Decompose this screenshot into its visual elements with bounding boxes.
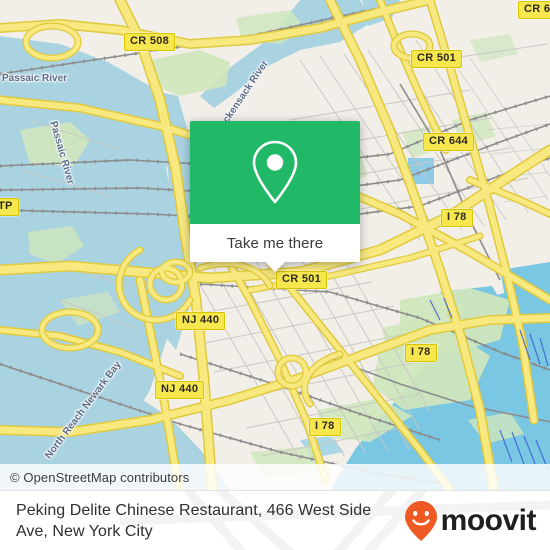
road-shield-cr508[interactable]: CR 508 bbox=[124, 33, 176, 51]
road-shield-i78-upper[interactable]: I 78 bbox=[441, 209, 473, 227]
road-shield-nj440-lower[interactable]: NJ 440 bbox=[155, 381, 205, 399]
popup-footer[interactable]: Take me there bbox=[190, 224, 360, 272]
road-shield-cr501-north[interactable]: CR 501 bbox=[411, 50, 463, 68]
moovit-pin-smiley-icon bbox=[404, 500, 437, 541]
road-shield-i78-lower[interactable]: I 78 bbox=[309, 418, 341, 436]
map-screenshot: Passaic River Passaic River h Hackensack… bbox=[0, 0, 550, 550]
moovit-wordmark: moovit bbox=[440, 503, 537, 537]
attribution-bar: © OpenStreetMap contributors bbox=[0, 464, 550, 490]
road-shield-cr6[interactable]: CR 6 bbox=[518, 1, 550, 19]
location-popup-card[interactable]: Take me there bbox=[190, 121, 360, 272]
map-canvas[interactable]: Passaic River Passaic River h Hackensack… bbox=[0, 0, 550, 490]
osm-attribution-text[interactable]: © OpenStreetMap contributors bbox=[0, 470, 189, 485]
road-shield-cr501-mid[interactable]: CR 501 bbox=[276, 271, 328, 289]
place-title: Peking Delite Chinese Restaurant, 466 We… bbox=[16, 501, 372, 540]
take-me-there-label: Take me there bbox=[226, 234, 324, 252]
water-label: Passaic River bbox=[2, 73, 68, 84]
popup-pointer-tail bbox=[264, 261, 286, 272]
road-shield-tp[interactable]: TP bbox=[0, 198, 19, 216]
map-pin-icon bbox=[252, 140, 298, 203]
footer-bar: Peking Delite Chinese Restaurant, 466 We… bbox=[0, 490, 550, 550]
road-shield-i78-mid[interactable]: I 78 bbox=[405, 344, 437, 362]
road-shield-nj440-upper[interactable]: NJ 440 bbox=[176, 312, 226, 330]
road-shield-cr644[interactable]: CR 644 bbox=[423, 133, 475, 151]
popup-header bbox=[190, 121, 360, 224]
moovit-logo[interactable]: moovit bbox=[404, 500, 537, 542]
